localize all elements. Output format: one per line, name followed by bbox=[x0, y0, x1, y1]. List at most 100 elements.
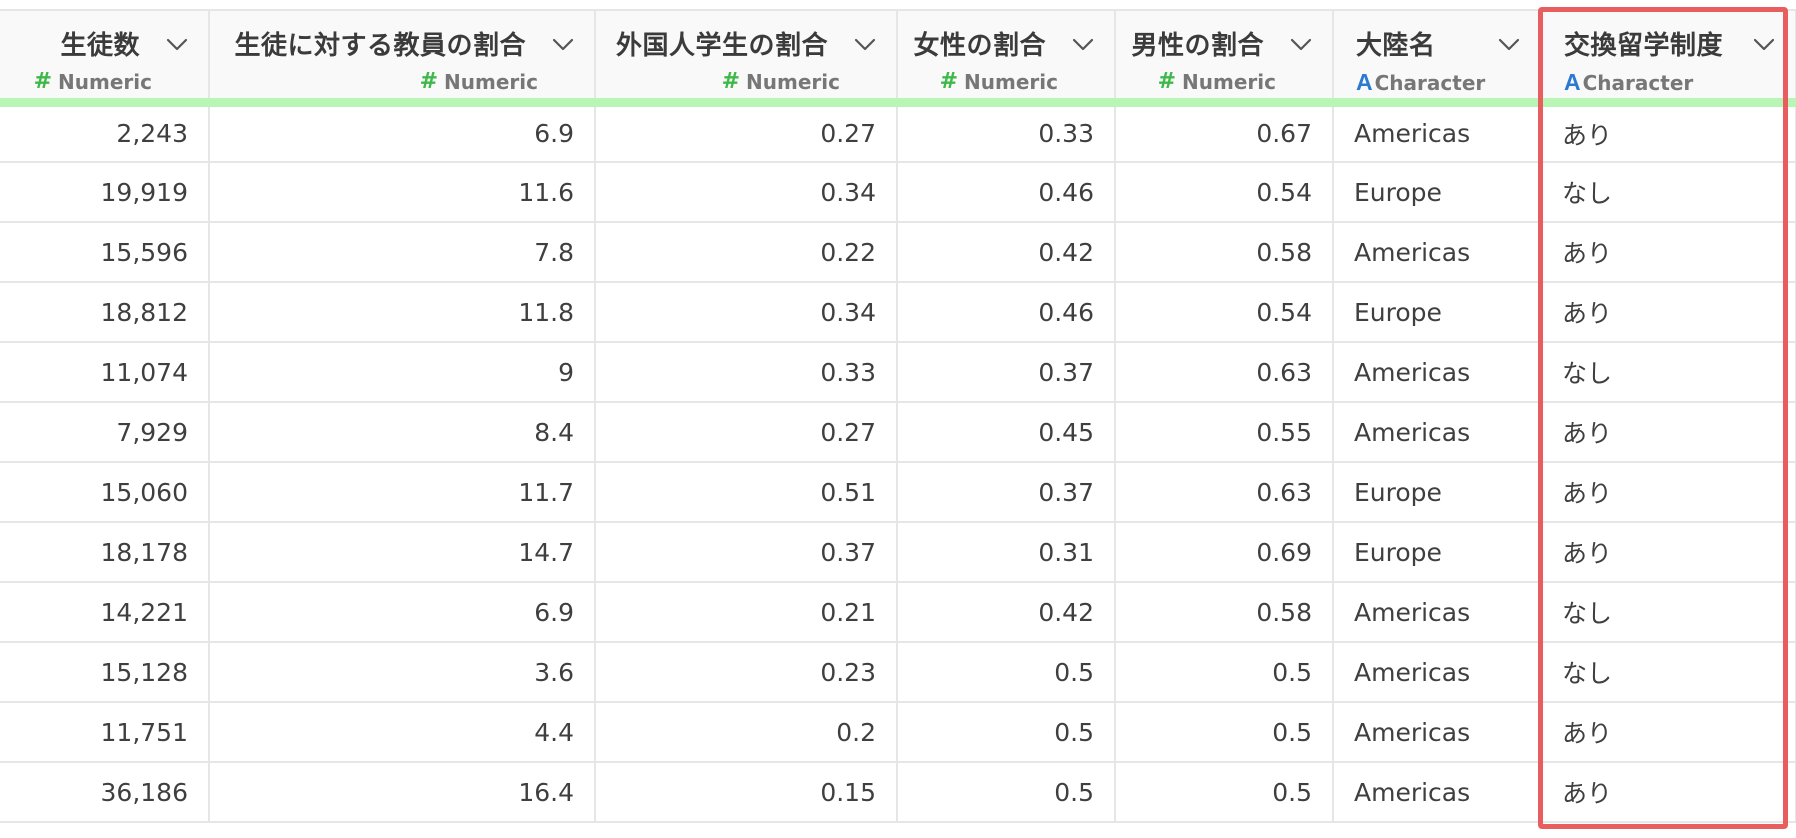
table-cell[interactable]: 3.6 bbox=[209, 642, 596, 703]
table-cell[interactable]: 15,060 bbox=[0, 462, 210, 523]
table-cell[interactable]: 0.2 bbox=[595, 702, 898, 763]
table-cell[interactable]: 18,812 bbox=[0, 282, 210, 343]
column-header[interactable]: 女性の割合 # Numeric bbox=[897, 9, 1116, 107]
table-cell[interactable]: 11.7 bbox=[209, 462, 596, 523]
table-cell[interactable]: Europe bbox=[1333, 462, 1542, 523]
table-cell[interactable]: 36,186 bbox=[0, 762, 210, 823]
table-cell[interactable]: 0.58 bbox=[1115, 582, 1334, 643]
numeric-type-icon: # bbox=[419, 69, 439, 94]
table-cell[interactable]: Americas bbox=[1333, 582, 1542, 643]
table-cell[interactable]: 0.37 bbox=[897, 462, 1116, 523]
table-cell[interactable]: 8.4 bbox=[209, 402, 596, 463]
table-row: 15,596 7.8 0.22 0.42 0.58 Americas あり bbox=[0, 222, 1796, 283]
table-cell[interactable]: 0.37 bbox=[897, 342, 1116, 403]
table-cell[interactable]: Europe bbox=[1333, 162, 1542, 223]
table-cell[interactable]: 7,929 bbox=[0, 402, 210, 463]
table-cell[interactable]: 0.21 bbox=[595, 582, 898, 643]
table-cell[interactable]: Americas bbox=[1333, 342, 1542, 403]
chevron-down-icon[interactable] bbox=[1290, 37, 1312, 51]
table-cell[interactable]: なし bbox=[1541, 582, 1796, 643]
table-cell[interactable]: 18,178 bbox=[0, 522, 210, 583]
table-cell[interactable]: なし bbox=[1541, 642, 1796, 703]
table-cell[interactable]: Europe bbox=[1333, 282, 1542, 343]
table-cell[interactable]: 6.9 bbox=[209, 582, 596, 643]
table-cell[interactable]: 0.69 bbox=[1115, 522, 1334, 583]
table-cell[interactable]: 0.5 bbox=[1115, 702, 1334, 763]
table-cell[interactable]: 0.5 bbox=[897, 762, 1116, 823]
table-cell[interactable]: あり bbox=[1541, 282, 1796, 343]
table-cell[interactable]: 0.31 bbox=[897, 522, 1116, 583]
table-cell[interactable]: あり bbox=[1541, 462, 1796, 523]
table-cell[interactable]: 0.63 bbox=[1115, 342, 1334, 403]
table-cell[interactable]: あり bbox=[1541, 702, 1796, 763]
table-cell[interactable]: 6.9 bbox=[209, 102, 596, 163]
table-cell[interactable]: Americas bbox=[1333, 222, 1542, 283]
table-cell[interactable]: 0.55 bbox=[1115, 402, 1334, 463]
table-cell[interactable]: 9 bbox=[209, 342, 596, 403]
column-header[interactable]: 男性の割合 # Numeric bbox=[1115, 9, 1334, 107]
table-cell[interactable]: 0.42 bbox=[897, 222, 1116, 283]
table-cell[interactable]: 4.4 bbox=[209, 702, 596, 763]
table-cell[interactable]: 0.23 bbox=[595, 642, 898, 703]
table-cell[interactable]: Europe bbox=[1333, 522, 1542, 583]
table-cell[interactable]: 0.5 bbox=[1115, 642, 1334, 703]
table-cell[interactable]: 16.4 bbox=[209, 762, 596, 823]
table-cell[interactable]: 11.8 bbox=[209, 282, 596, 343]
table-cell[interactable]: Americas bbox=[1333, 762, 1542, 823]
table-cell[interactable]: 0.5 bbox=[897, 702, 1116, 763]
chevron-down-icon[interactable] bbox=[1753, 37, 1775, 51]
table-cell[interactable]: なし bbox=[1541, 162, 1796, 223]
table-cell[interactable]: 19,919 bbox=[0, 162, 210, 223]
table-cell[interactable]: 0.34 bbox=[595, 162, 898, 223]
column-header[interactable]: 生徒数 # Numeric bbox=[0, 9, 210, 107]
table-cell[interactable]: あり bbox=[1541, 402, 1796, 463]
table-cell[interactable]: 14,221 bbox=[0, 582, 210, 643]
table-cell[interactable]: あり bbox=[1541, 762, 1796, 823]
column-header[interactable]: 大陸名 A Character bbox=[1333, 9, 1542, 107]
table-cell[interactable]: 0.15 bbox=[595, 762, 898, 823]
table-cell[interactable]: 0.63 bbox=[1115, 462, 1334, 523]
table-cell[interactable]: 2,243 bbox=[0, 102, 210, 163]
table-cell[interactable]: 0.33 bbox=[595, 342, 898, 403]
table-cell[interactable]: 0.67 bbox=[1115, 102, 1334, 163]
chevron-down-icon[interactable] bbox=[854, 37, 876, 51]
table-cell[interactable]: 15,596 bbox=[0, 222, 210, 283]
table-cell[interactable]: 0.46 bbox=[897, 162, 1116, 223]
table-cell[interactable]: Americas bbox=[1333, 102, 1542, 163]
table-cell[interactable]: 0.54 bbox=[1115, 162, 1334, 223]
chevron-down-icon[interactable] bbox=[1498, 37, 1520, 51]
table-cell[interactable]: 15,128 bbox=[0, 642, 210, 703]
table-cell[interactable]: 0.5 bbox=[897, 642, 1116, 703]
table-cell[interactable]: Americas bbox=[1333, 702, 1542, 763]
chevron-down-icon[interactable] bbox=[166, 37, 188, 51]
table-cell[interactable]: なし bbox=[1541, 342, 1796, 403]
table-cell[interactable]: あり bbox=[1541, 522, 1796, 583]
table-cell[interactable]: 7.8 bbox=[209, 222, 596, 283]
column-header[interactable]: 生徒に対する教員の割合 # Numeric bbox=[209, 9, 596, 107]
table-cell[interactable]: 11,074 bbox=[0, 342, 210, 403]
table-cell[interactable]: 0.5 bbox=[1115, 762, 1334, 823]
chevron-down-icon[interactable] bbox=[552, 37, 574, 51]
table-cell[interactable]: 0.46 bbox=[897, 282, 1116, 343]
table-cell[interactable]: 11.6 bbox=[209, 162, 596, 223]
table-cell[interactable]: 0.51 bbox=[595, 462, 898, 523]
table-cell[interactable]: 0.54 bbox=[1115, 282, 1334, 343]
table-cell[interactable]: Americas bbox=[1333, 402, 1542, 463]
table-cell[interactable]: 0.27 bbox=[595, 402, 898, 463]
table-cell[interactable]: あり bbox=[1541, 102, 1796, 163]
table-cell[interactable]: 0.37 bbox=[595, 522, 898, 583]
column-header[interactable]: 交換留学制度 A Character bbox=[1541, 9, 1796, 107]
table-cell[interactable]: 11,751 bbox=[0, 702, 210, 763]
table-cell[interactable]: 0.33 bbox=[897, 102, 1116, 163]
table-cell[interactable]: 0.22 bbox=[595, 222, 898, 283]
table-cell[interactable]: 0.45 bbox=[897, 402, 1116, 463]
table-cell[interactable]: 0.27 bbox=[595, 102, 898, 163]
table-cell[interactable]: 0.58 bbox=[1115, 222, 1334, 283]
table-cell[interactable]: 0.34 bbox=[595, 282, 898, 343]
column-header[interactable]: 外国人学生の割合 # Numeric bbox=[595, 9, 898, 107]
table-cell[interactable]: 14.7 bbox=[209, 522, 596, 583]
table-cell[interactable]: あり bbox=[1541, 222, 1796, 283]
table-cell[interactable]: Americas bbox=[1333, 642, 1542, 703]
table-cell[interactable]: 0.42 bbox=[897, 582, 1116, 643]
chevron-down-icon[interactable] bbox=[1072, 37, 1094, 51]
